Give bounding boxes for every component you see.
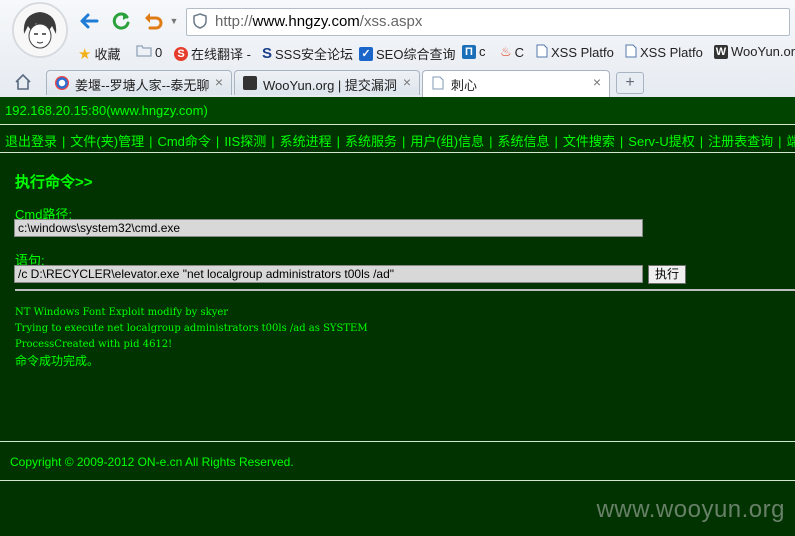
shield-icon [193, 13, 207, 29]
menu-item-file-search[interactable]: 文件搜索 [563, 134, 615, 149]
watermark: www.wooyun.org [596, 496, 785, 523]
profile-avatar[interactable] [12, 2, 68, 58]
translate-icon: S [174, 46, 188, 61]
webshell-page: 192.168.20.15:80(www.hngzy.com) 退出登录 | 文件(… [0, 97, 795, 536]
url-text[interactable]: http://www.hngzy.com/xss.aspx [215, 13, 422, 30]
menu-links: 退出登录 | 文件(夹)管理 | Cmd命令 | IIS探测 | 系统进程 | 系统服务 | 用户(组)… [5, 131, 795, 150]
menu-separator: | [699, 134, 704, 149]
bookmark-C[interactable]: ♨ C [500, 44, 524, 60]
output-line: ProcessCreated with pid 4612! [15, 339, 173, 350]
menu-separator: | [619, 134, 624, 149]
close-icon[interactable]: × [593, 74, 601, 90]
menu-item-users[interactable]: 用户(组)信息 [410, 134, 484, 149]
copyright-footer: Copyright © 2009-2012 ON-e.cn All Rights… [10, 455, 294, 469]
wooyun-icon [243, 76, 257, 90]
star-icon: ★ [78, 45, 92, 63]
menu-separator: | [271, 134, 275, 149]
page-icon [625, 44, 637, 61]
refresh-icon[interactable] [110, 10, 132, 32]
bookmark-sss-forum[interactable]: S SSS安全论坛 [262, 44, 353, 63]
tab-jiangyan[interactable]: 姜堰--罗塘人家--泰无聊 × [46, 70, 232, 95]
undo-close-tab-icon[interactable] [142, 10, 164, 32]
statement-input[interactable] [14, 265, 643, 283]
seo-icon: ✓ [359, 46, 373, 61]
command-output: NT Windows Font Exploit modify by skyer T… [15, 305, 368, 369]
bookmark-online-translate[interactable]: S 在线翻译 - [174, 44, 251, 63]
chevron-down-icon[interactable]: ▼ [163, 10, 185, 32]
home-icon[interactable] [14, 73, 32, 91]
bookmark-favorites[interactable]: ★ 收藏 [78, 44, 120, 63]
menu-separator: | [336, 134, 341, 149]
menu-item-sysinfo[interactable]: 系统信息 [497, 134, 549, 149]
close-icon[interactable]: × [215, 74, 223, 90]
menu-separator: | [554, 134, 558, 149]
menu-item-services[interactable]: 系统服务 [345, 134, 397, 149]
divider [15, 289, 795, 291]
flame-icon: ♨ [500, 44, 512, 59]
output-line: NT Windows Font Exploit modify by skyer [15, 307, 229, 318]
address-bar[interactable]: http://www.hngzy.com/xss.aspx [186, 8, 790, 36]
menu-item-servu[interactable]: Serv-U提权 [628, 134, 694, 149]
menu-separator: | [62, 134, 66, 149]
menu-separator: | [402, 134, 406, 149]
menu-item-processes[interactable]: 系统进程 [280, 134, 332, 149]
swirl-icon [55, 76, 69, 90]
page-title: 执行命令>> [15, 174, 93, 191]
tab-wooyun[interactable]: WooYun.org | 提交漏洞 × [234, 70, 420, 95]
server-header: 192.168.20.15:80(www.hngzy.com) [0, 97, 795, 125]
page-c-icon: П [462, 44, 476, 59]
menu-item-file-manager[interactable]: 文件(夹)管理 [70, 134, 144, 149]
cmd-path-input[interactable] [14, 219, 643, 237]
bookmark-c[interactable]: П c [462, 44, 486, 59]
menu-item-cmd[interactable]: Cmd命令 [157, 134, 210, 149]
bookmark-wooyun[interactable]: W WooYun.or [714, 44, 795, 59]
server-address: 192.168.20.15:80(www.hngzy.com) [5, 103, 208, 118]
page-icon [431, 76, 445, 90]
output-line: 命令成功完成。 [15, 354, 100, 368]
folder-icon [136, 44, 152, 60]
tab-strip: 姜堰--罗塘人家--泰无聊 × WooYun.org | 提交漏洞 × 刺心 ×… [0, 68, 795, 97]
menu-item-iis-probe[interactable]: IIS探测 [224, 134, 266, 149]
menu-separator: | [778, 134, 782, 149]
page-icon [536, 44, 548, 61]
close-icon[interactable]: × [403, 74, 411, 90]
wooyun-icon: W [714, 44, 728, 59]
bookmark-folder[interactable]: 0 [136, 44, 162, 60]
execute-button[interactable]: 执行 [648, 265, 686, 284]
tab-cixin[interactable]: 刺心 × [422, 70, 610, 97]
output-line: Trying to execute net localgroup adminis… [15, 323, 368, 334]
menu-item-logout[interactable]: 退出登录 [5, 134, 57, 149]
browser-chrome: ▼ http://www.hngzy.com/xss.aspx ★ 收藏 0 S… [0, 0, 795, 98]
divider [0, 441, 795, 442]
menu-separator: | [215, 134, 220, 149]
divider [0, 480, 795, 481]
back-arrow-icon[interactable] [78, 10, 100, 32]
bookmark-xss-platform-1[interactable]: XSS Platfo [536, 44, 614, 61]
menu-item-registry[interactable]: 注册表查询 [708, 134, 773, 149]
bookmarks-bar: ★ 收藏 0 S 在线翻译 - S SSS安全论坛 ✓ SEO综合查询 П c … [78, 42, 795, 64]
new-tab-button[interactable]: + [616, 72, 644, 94]
menu-item-port-scan[interactable]: 端口扫描 [787, 134, 795, 149]
main-menu: 退出登录 | 文件(夹)管理 | Cmd命令 | IIS探测 | 系统进程 | 系统服务 | 用户(组)… [0, 125, 795, 153]
bookmark-xss-platform-2[interactable]: XSS Platfo [625, 44, 703, 61]
menu-separator: | [489, 134, 493, 149]
bookmark-seo-query[interactable]: ✓ SEO综合查询 [359, 44, 455, 63]
sss-icon: S [262, 45, 273, 62]
menu-separator: | [149, 134, 153, 149]
